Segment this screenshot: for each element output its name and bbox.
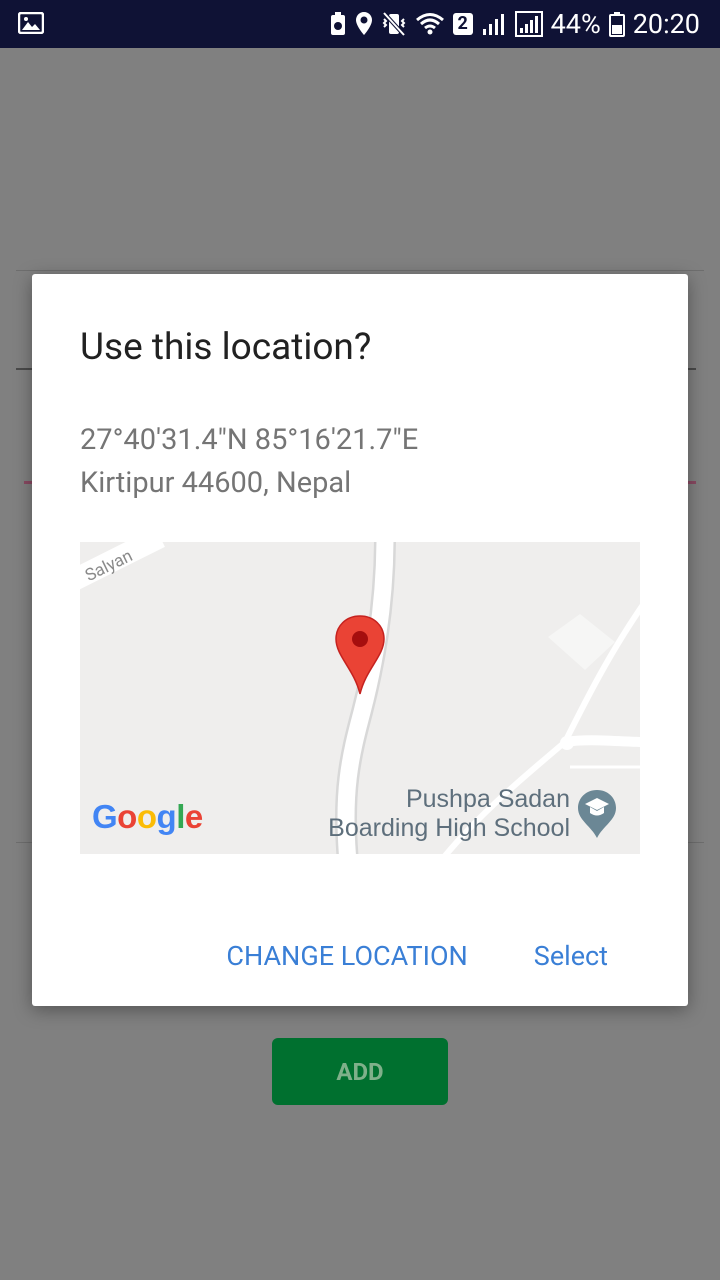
dialog-title: Use this location? [80,326,372,369]
divider [16,270,704,271]
location-dialog: Use this location? 27°40'31.4"N 85°16'21… [32,274,688,1006]
battery-saver-icon [329,11,347,37]
location-icon [355,11,373,37]
poi-name-line1: Pushpa Sadan [405,785,570,813]
poi-name-line2: Boarding High School [328,814,570,842]
school-poi-icon [578,790,616,838]
dialog-actions: CHANGE LOCATION Select [226,940,608,972]
google-logo: Google [92,798,203,835]
signal-icon [514,11,543,37]
signal-icon [481,12,507,36]
vibrate-icon [381,11,407,37]
status-bar: 2 44% 20:20 [0,0,720,48]
address-text: Kirtipur 44600, Nepal [80,466,352,500]
coordinates-text: 27°40'31.4"N 85°16'21.7"E [80,423,419,457]
select-button[interactable]: Select [534,940,608,972]
add-button[interactable]: ADD [272,1038,448,1105]
clock: 20:20 [632,8,700,40]
battery-icon [608,11,625,37]
poi-label: Pushpa Sadan Boarding High School [328,785,570,843]
image-icon [17,11,45,38]
sim-badge: 2 [452,13,473,35]
map-marker-icon [335,615,385,695]
change-location-button[interactable]: CHANGE LOCATION [226,940,467,972]
map-preview[interactable]: Salyan Pushpa Sadan Boarding High School… [80,542,640,854]
wifi-icon [415,12,445,36]
location-details: 27°40'31.4"N 85°16'21.7"E Kirtipur 44600… [80,419,418,505]
battery-percent: 44% [550,8,601,40]
